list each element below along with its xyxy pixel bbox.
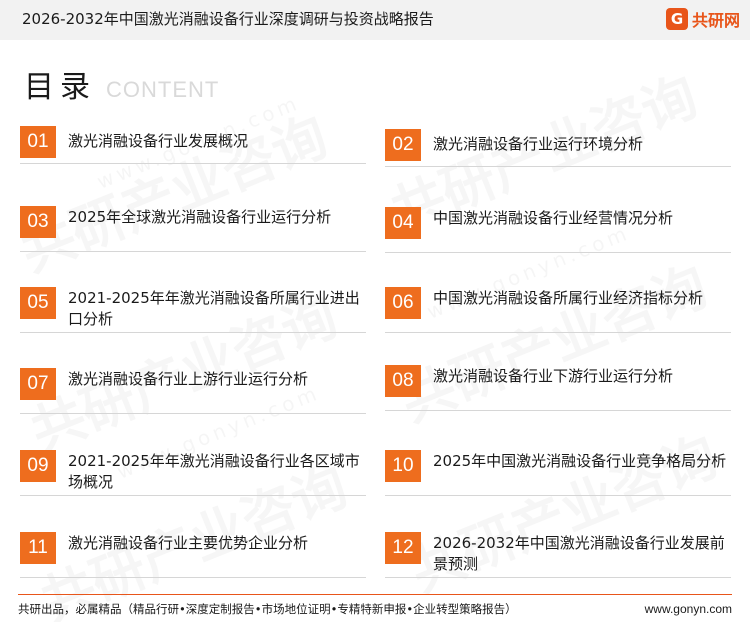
toc-label: 2021-2025年年激光消融设备所属行业进出口分析 xyxy=(68,289,360,328)
toc-item[interactable]: 05 2021-2025年年激光消融设备所属行业进出口分析 xyxy=(20,287,366,333)
toc-label: 2025年全球激光消融设备行业运行分析 xyxy=(68,208,332,226)
toc-item[interactable]: 01 激光消融设备行业发展概况 xyxy=(20,126,366,164)
toc-heading: 目录 CONTENT xyxy=(24,62,220,105)
toc-number: 10 xyxy=(385,450,421,482)
toc-label: 2025年中国激光消融设备行业竞争格局分析 xyxy=(433,452,727,470)
toc-item[interactable]: 08 激光消融设备行业下游行业运行分析 xyxy=(385,365,731,411)
toc-label: 中国激光消融设备行业经营情况分析 xyxy=(433,209,674,227)
toc-item[interactable]: 04 中国激光消融设备行业经营情况分析 xyxy=(385,207,731,253)
watermark-text: 共研产业咨询 xyxy=(7,92,337,287)
toc-item[interactable]: 12 2026-2032年中国激光消融设备行业发展前景预测 xyxy=(385,532,731,578)
toc-label: 激光消融设备行业主要优势企业分析 xyxy=(68,534,309,552)
header-bar: 2026-2032年中国激光消融设备行业深度调研与投资战略报告 G 共研网 xyxy=(0,0,750,40)
logo-text: 共研网 xyxy=(691,11,740,30)
toc-item[interactable]: 02 激光消融设备行业运行环境分析 xyxy=(385,129,731,167)
logo-icon: G xyxy=(665,8,688,30)
toc-number: 02 xyxy=(385,129,421,161)
toc-item[interactable]: 03 2025年全球激光消融设备行业运行分析 xyxy=(20,206,366,252)
footer-url[interactable]: www.gonyn.com xyxy=(645,601,732,617)
footer-divider xyxy=(18,594,732,595)
toc-number: 07 xyxy=(20,368,56,400)
toc-number: 08 xyxy=(385,365,421,397)
toc-label: 中国激光消融设备所属行业经济指标分析 xyxy=(433,289,704,307)
toc-number: 04 xyxy=(385,207,421,239)
toc-number: 05 xyxy=(20,287,56,319)
toc-label: 激光消融设备行业发展概况 xyxy=(68,132,249,150)
toc-item[interactable]: 11 激光消融设备行业主要优势企业分析 xyxy=(20,532,366,578)
toc-label: 激光消融设备行业下游行业运行分析 xyxy=(433,367,674,385)
footer-slogan: 共研出品，必属精品（精品行研•深度定制报告•市场地位证明•专精特新申报•企业转型… xyxy=(18,602,517,616)
toc-number: 01 xyxy=(20,126,56,158)
toc-item[interactable]: 07 激光消融设备行业上游行业运行分析 xyxy=(20,368,366,414)
toc-number: 03 xyxy=(20,206,56,238)
toc-label: 激光消融设备行业运行环境分析 xyxy=(433,135,644,153)
toc-label: 2021-2025年年激光消融设备行业各区域市场概况 xyxy=(68,452,360,491)
toc-item[interactable]: 06 中国激光消融设备所属行业经济指标分析 xyxy=(385,287,731,333)
toc-number: 11 xyxy=(20,532,56,564)
brand-logo: G 共研网 xyxy=(665,6,740,32)
heading-title: 目录 xyxy=(24,70,96,105)
toc-item[interactable]: 09 2021-2025年年激光消融设备行业各区域市场概况 xyxy=(20,450,366,496)
toc-label: 激光消融设备行业上游行业运行分析 xyxy=(68,370,309,388)
toc-number: 12 xyxy=(385,532,421,564)
toc-number: 06 xyxy=(385,287,421,319)
toc-label: 2026-2032年中国激光消融设备行业发展前景预测 xyxy=(433,534,725,573)
toc-number: 09 xyxy=(20,450,56,482)
heading-subtitle: CONTENT xyxy=(106,77,220,102)
toc-item[interactable]: 10 2025年中国激光消融设备行业竞争格局分析 xyxy=(385,450,731,496)
document-title: 2026-2032年中国激光消融设备行业深度调研与投资战略报告 xyxy=(22,10,434,28)
